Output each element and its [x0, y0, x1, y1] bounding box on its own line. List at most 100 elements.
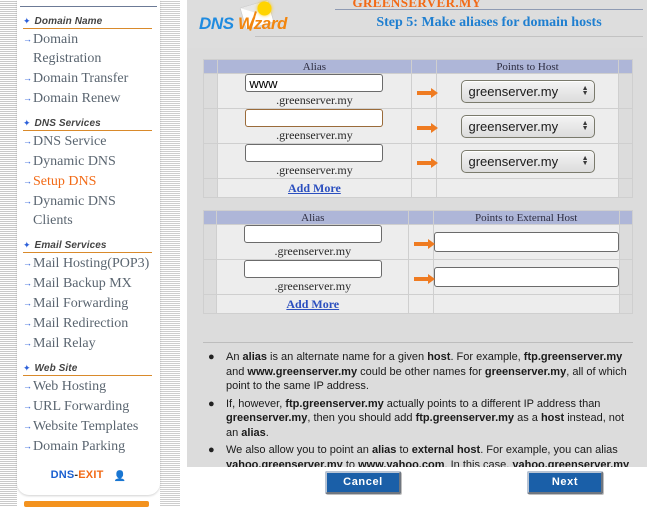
- alias-input[interactable]: [243, 260, 382, 278]
- arrow-bullet-icon: →: [23, 258, 32, 268]
- arrow-cell: [411, 108, 438, 144]
- header-spacer-left: [203, 59, 218, 74]
- row-spacer-right: [618, 178, 633, 198]
- header-spacer-left: [202, 210, 218, 225]
- empty-cell: [432, 294, 620, 314]
- arrow-bullet-icon: →: [23, 401, 32, 411]
- add-more-row: Add More: [203, 178, 633, 198]
- header-points-to-host: Points to Host: [435, 59, 620, 74]
- row-spacer-left: [203, 143, 218, 179]
- host-select-value: greenserver.my: [468, 83, 559, 99]
- host-select[interactable]: greenserver.my ▲ ▼: [460, 114, 595, 138]
- points-to-host-cell: greenserver.my ▲ ▼: [435, 143, 620, 179]
- next-button[interactable]: Next: [527, 471, 603, 494]
- arrow-cell: [408, 224, 435, 260]
- main-panel: GREENSERVER.MY DNS Wzard Step 5: Make al…: [187, 0, 647, 507]
- row-spacer-right: [618, 73, 633, 109]
- sidebar-item-mail-relay[interactable]: → Mail Relay: [23, 334, 156, 353]
- sidebar-item-mail-redirection[interactable]: → Mail Redirection: [23, 314, 156, 333]
- spinner-arrows-icon: ▲ ▼: [581, 85, 589, 97]
- sidebar-item-domain-parking[interactable]: → Domain Parking: [23, 437, 156, 456]
- diamond-icon: ✦: [23, 240, 31, 250]
- arrow-bullet-icon: →: [23, 34, 32, 44]
- sidebar-item-domain-renew[interactable]: → Domain Renew: [23, 89, 156, 108]
- sidebar-group-label: Web Site: [34, 363, 78, 374]
- sidebar-item-dns-service[interactable]: → DNS Service: [23, 132, 156, 151]
- sidebar-item-dynamic-dns[interactable]: → Dynamic DNS: [23, 152, 156, 171]
- arrow-bullet-icon: →: [23, 338, 32, 348]
- sidebar-navigation: ✦ Domain Name → Domain Registration → Domain …: [17, 16, 160, 457]
- footer-button-bar: Cancel Next: [187, 467, 647, 507]
- sidebar-item-setup-dns[interactable]: → Setup DNS: [23, 172, 156, 191]
- footer-dns-label: DNS: [50, 469, 75, 481]
- sidebar-item-website-templates[interactable]: → Website Templates: [23, 417, 156, 436]
- right-arrow-icon: [413, 239, 435, 249]
- diamond-icon: ✦: [23, 118, 31, 128]
- arrow-bullet-icon: →: [23, 196, 32, 206]
- sidebar-item-url-forwarding[interactable]: → URL Forwarding: [23, 397, 156, 416]
- host-select[interactable]: greenserver.my ▲ ▼: [460, 79, 595, 103]
- sidebar-item-domain-registration[interactable]: → Domain Registration: [23, 30, 156, 68]
- header-spacer-right: [618, 59, 633, 74]
- alias-suffix: .greenserver.my: [276, 93, 353, 107]
- alias-suffix: .greenserver.my: [276, 128, 353, 142]
- alias-cell: .greenserver.my: [216, 143, 413, 179]
- sidebar-item-label: Mail Backup MX: [33, 276, 132, 291]
- step-divider-bottom: [255, 36, 643, 37]
- sidebar-item-label: DNS Service: [33, 134, 107, 149]
- user-icon: 👤: [113, 471, 127, 482]
- left-stripe-decoration: [0, 0, 17, 507]
- sidebar-group-web-site: ✦ Web Site: [23, 363, 152, 376]
- sidebar-item-label: URL Forwarding: [33, 399, 130, 414]
- alias-input[interactable]: [245, 74, 384, 92]
- add-more-link[interactable]: Add More: [286, 297, 339, 311]
- alias-cell: .greenserver.my: [216, 73, 413, 109]
- sidebar-item-label: Dynamic DNS: [33, 154, 116, 169]
- alias-input[interactable]: [243, 225, 382, 243]
- right-stripe-decoration: [160, 0, 180, 507]
- points-to-host-cell: greenserver.my ▲ ▼: [435, 108, 620, 144]
- table-row: .greenserver.my: [202, 259, 634, 295]
- sidebar-item-web-hosting[interactable]: → Web Hosting: [23, 377, 156, 396]
- external-host-input[interactable]: [433, 267, 619, 287]
- arrow-bullet-icon: →: [23, 176, 32, 186]
- arrow-bullet-icon: →: [23, 318, 32, 328]
- alias-suffix: .greenserver.my: [276, 163, 353, 177]
- arrow-bullet-icon: →: [23, 136, 32, 146]
- header-points-to-external-host: Points to External Host: [432, 210, 620, 225]
- sidebar-top-divider: [20, 6, 157, 7]
- sidebar-item-mail-hosting-pop3[interactable]: → Mail Hosting(POP3): [23, 254, 156, 273]
- alias-input[interactable]: [245, 144, 384, 162]
- host-select[interactable]: greenserver.my ▲ ▼: [460, 149, 595, 173]
- header-spacer-right: [618, 210, 634, 225]
- alias-input[interactable]: [245, 109, 384, 127]
- alias-cell: .greenserver.my: [216, 259, 410, 295]
- sidebar-item-mail-backup-mx[interactable]: → Mail Backup MX: [23, 274, 156, 293]
- arrow-bullet-icon: →: [23, 421, 32, 431]
- sidebar-footer[interactable]: DNS-EXIT 👤: [17, 469, 160, 482]
- row-spacer-left: [203, 108, 218, 144]
- table-row: .greenserver.my: [202, 224, 634, 260]
- sidebar-group-domain-name: ✦ Domain Name: [23, 16, 152, 29]
- sidebar-item-label: Mail Forwarding: [33, 296, 129, 311]
- table-row: .greenserver.my greenserver.my ▲▼: [203, 108, 633, 144]
- points-to-external-host-cell: [432, 224, 620, 260]
- external-host-input[interactable]: [433, 232, 619, 252]
- sidebar-item-domain-transfer[interactable]: → Domain Transfer: [23, 69, 156, 88]
- sidebar-item-dynamic-dns-clients[interactable]: → Dynamic DNS Clients: [23, 192, 156, 230]
- table-row: .greenserver.my greenserver.my ▲▼: [203, 73, 633, 109]
- arrow-cell: [411, 143, 438, 179]
- empty-cell: [411, 178, 437, 198]
- sidebar-item-label: Mail Hosting(POP3): [33, 256, 150, 271]
- arrow-bullet-icon: →: [23, 93, 32, 103]
- sidebar-group-dns-services: ✦ DNS Services: [23, 118, 152, 131]
- sidebar-item-mail-forwarding[interactable]: → Mail Forwarding: [23, 294, 156, 313]
- cancel-button[interactable]: Cancel: [325, 471, 401, 494]
- logo-text-zard: zard: [253, 14, 288, 33]
- sidebar-item-label: Website Templates: [33, 419, 139, 434]
- row-spacer-right: [618, 224, 634, 260]
- step-header: Step 5: Make aliases for domain hosts: [255, 9, 643, 37]
- add-more-link[interactable]: Add More: [288, 181, 341, 195]
